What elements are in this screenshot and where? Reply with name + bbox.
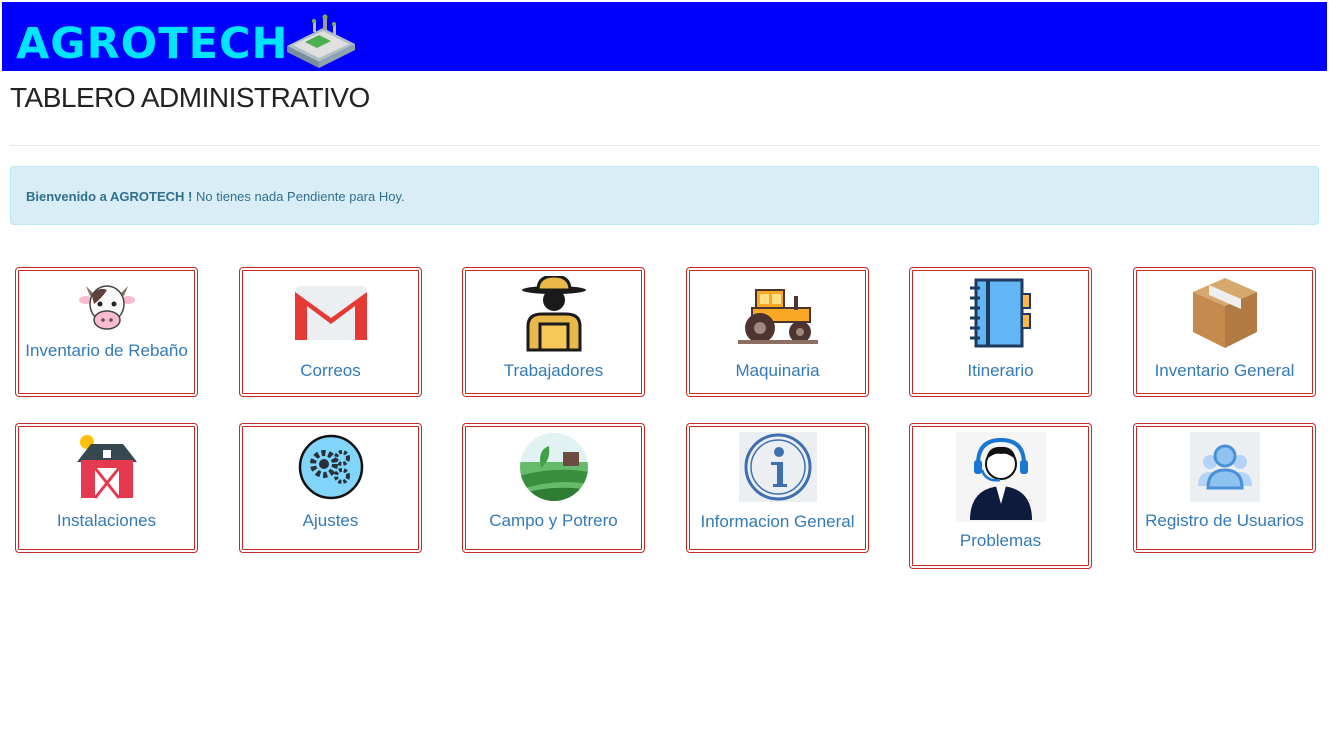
tile-label: Instalaciones: [56, 511, 157, 530]
tile-label: Maquinaria: [735, 361, 820, 380]
tile-trabajadores[interactable]: Trabajadores: [462, 267, 645, 397]
users-icon: [1189, 432, 1260, 502]
page-title: TABLERO ADMINISTRATIVO: [10, 82, 370, 113]
box-icon: [1192, 278, 1257, 348]
notebook-icon: [969, 278, 1031, 348]
tile-informacion-general[interactable]: Informacion General: [686, 423, 869, 553]
tile-label: Ajustes: [302, 511, 359, 530]
circuit-board-icon: [287, 14, 355, 68]
tile-ajustes[interactable]: Ajustes: [239, 423, 422, 553]
tile-label: Correos: [300, 361, 361, 380]
tile-label: Campo y Potrero: [489, 511, 618, 530]
tile-instalaciones[interactable]: Instalaciones: [15, 423, 198, 553]
alert-text: No tienes nada Pendiente para Hoy.: [192, 189, 405, 204]
tile-label: Informacion General: [700, 512, 855, 531]
tile-itinerario[interactable]: Itinerario: [909, 267, 1092, 397]
divider: [10, 145, 1320, 146]
tile-campo-potrero[interactable]: Campo y Potrero: [462, 423, 645, 553]
tile-label: Inventario General: [1154, 361, 1295, 380]
support-agent-icon: [955, 432, 1046, 522]
tile-registro-usuarios[interactable]: Registro de Usuarios: [1133, 423, 1316, 553]
tile-label: Registro de Usuarios: [1145, 511, 1304, 530]
cow-icon: [78, 285, 135, 330]
welcome-alert: Bienvenido a AGROTECH ! No tienes nada P…: [10, 166, 1319, 225]
farmer-icon: [521, 276, 586, 352]
tile-label: Itinerario: [967, 361, 1034, 380]
tractor-icon: [737, 289, 818, 344]
barn-icon: [76, 435, 137, 499]
tile-correos[interactable]: Correos: [239, 267, 422, 397]
gmail-icon: [294, 286, 367, 340]
tile-label: Trabajadores: [503, 361, 604, 380]
tile-label: Inventario de Rebaño: [25, 341, 188, 360]
alert-strong-text: Bienvenido a AGROTECH !: [26, 189, 193, 204]
brand-name[interactable]: AGROTECH: [16, 18, 289, 70]
tile-problemas[interactable]: Problemas: [909, 423, 1092, 569]
tile-inventario-rebano[interactable]: Inventario de Rebaño: [15, 267, 198, 397]
info-icon: [738, 432, 817, 502]
tile-maquinaria[interactable]: Maquinaria: [686, 267, 869, 397]
tile-inventario-general[interactable]: Inventario General: [1133, 267, 1316, 397]
field-icon: [519, 433, 588, 501]
gears-icon: [298, 434, 363, 500]
tile-label: Problemas: [959, 531, 1042, 550]
